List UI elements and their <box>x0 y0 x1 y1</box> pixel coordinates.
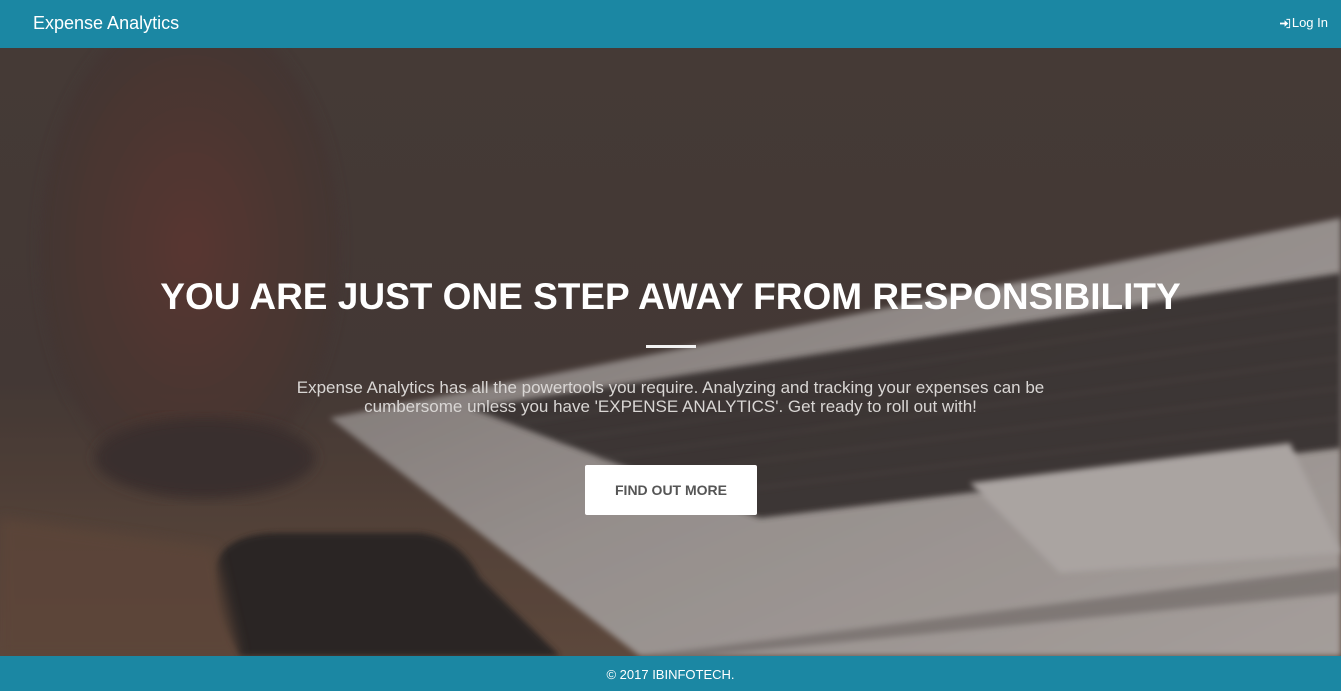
hero-divider <box>646 345 696 348</box>
find-out-more-button[interactable]: FIND OUT MORE <box>585 465 757 515</box>
footer-copyright: © 2017 IBINFOTECH. <box>606 667 735 682</box>
footer: © 2017 IBINFOTECH. <box>0 656 1341 691</box>
login-label: Log In <box>1291 15 1328 30</box>
login-link[interactable]: Log In <box>1279 15 1328 31</box>
sign-in-icon <box>1279 18 1290 28</box>
brand-link[interactable]: Expense Analytics <box>33 13 179 33</box>
top-navbar: Expense Analytics Log In <box>0 0 1341 48</box>
hero-description: Expense Analytics has all the powertools… <box>296 378 1045 416</box>
hero-content: YOU ARE JUST ONE STEP AWAY FROM RESPONSI… <box>0 48 1341 656</box>
hero-headline: YOU ARE JUST ONE STEP AWAY FROM RESPONSI… <box>160 276 1181 317</box>
hero-section: YOU ARE JUST ONE STEP AWAY FROM RESPONSI… <box>0 48 1341 656</box>
